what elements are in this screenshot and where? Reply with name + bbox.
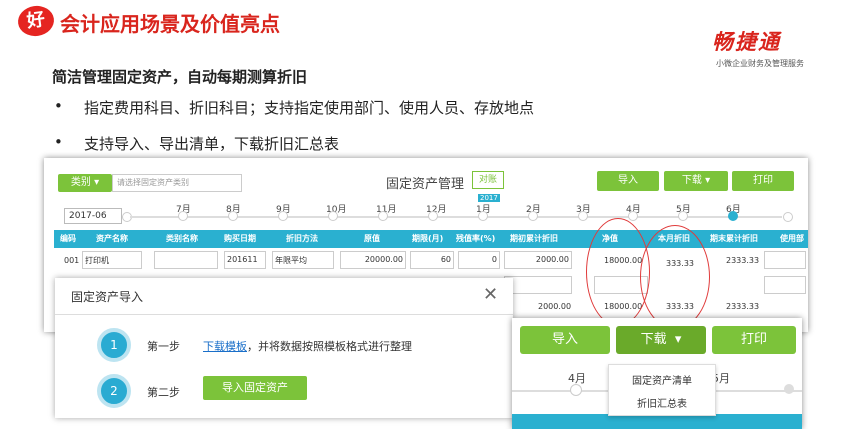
timeline-dot[interactable] xyxy=(178,211,188,221)
term-field[interactable]: 60 xyxy=(410,251,454,269)
import-assets-button[interactable]: 导入固定资产 xyxy=(203,376,307,400)
opening-field[interactable]: 2000.00 xyxy=(504,251,572,269)
download-label: 下载 xyxy=(681,175,702,186)
column-header: 期限(月) xyxy=(412,234,444,243)
category-label: 类别 xyxy=(70,177,91,188)
column-header: 类别名称 xyxy=(166,234,198,243)
menu-asset-list[interactable]: 固定资产清单 xyxy=(609,372,715,387)
download-menu: 固定资产清单 折旧汇总表 xyxy=(608,364,716,416)
purchase-date: 201611 xyxy=(227,255,258,264)
bullet-item: • 指定费用科目、折旧科目；支持指定使用部门、使用人员、存放地点 xyxy=(54,97,754,117)
category-select[interactable]: 请选择固定资产类别 xyxy=(112,174,242,192)
zoom-download-label: 下载 xyxy=(640,332,667,347)
category-dropdown[interactable]: 类别 ▾ xyxy=(58,174,112,192)
timeline-dot[interactable] xyxy=(578,211,588,221)
closing-depreciation: 2333.33 xyxy=(726,256,760,265)
original-value: 20000.00 xyxy=(364,255,403,264)
timeline-next[interactable] xyxy=(784,384,794,394)
column-header: 编码 xyxy=(60,234,76,243)
step-two-badge: 2 xyxy=(97,374,131,408)
zoom-table-header xyxy=(512,414,802,429)
reconcile-button[interactable]: 对账 xyxy=(472,171,504,189)
step-one-text: 下载模板，并将数据按照模板格式进行整理 xyxy=(203,338,412,354)
print-button[interactable]: 打印 xyxy=(732,171,794,191)
column-header: 折旧方法 xyxy=(286,234,318,243)
column-header: 期末累计折旧 xyxy=(710,234,758,243)
timeline-dot[interactable] xyxy=(328,211,338,221)
zoom-print-button[interactable]: 打印 xyxy=(712,326,796,354)
step-one-badge: 1 xyxy=(97,328,131,362)
column-header: 期初累计折旧 xyxy=(510,234,558,243)
depreciation-method: 年限平均 xyxy=(275,256,307,265)
close-icon[interactable]: ✕ xyxy=(483,284,498,305)
bullet-item: • 支持导入、导出清单，下载折旧汇总表 xyxy=(54,133,754,153)
column-header: 原值 xyxy=(364,234,380,243)
slide-title: 会计应用场景及价值亮点 xyxy=(60,12,280,36)
download-template-link[interactable]: 下载模板 xyxy=(203,340,247,353)
good-badge: 好 xyxy=(16,3,56,39)
timeline-dot[interactable] xyxy=(628,211,638,221)
zoom-download-button[interactable]: 下载 ▾ xyxy=(616,326,706,354)
import-button[interactable]: 导入 xyxy=(597,171,659,191)
department-field[interactable] xyxy=(764,251,806,269)
menu-depreciation-summary[interactable]: 折旧汇总表 xyxy=(609,395,715,410)
brand-logo: 畅捷通 xyxy=(712,30,781,54)
opening-depreciation: 2000.00 xyxy=(535,255,569,264)
zoom-import-button[interactable]: 导入 xyxy=(520,326,610,354)
category-field[interactable] xyxy=(154,251,218,269)
column-header: 购买日期 xyxy=(224,234,256,243)
total-opening: 2000.00 xyxy=(538,302,572,311)
step-two-label: 第二步 xyxy=(147,386,180,399)
residual-rate: 0 xyxy=(491,255,497,264)
timeline-dot[interactable] xyxy=(570,384,582,396)
highlight-ellipse xyxy=(640,225,710,329)
year-tag: 2017 xyxy=(478,194,500,202)
asset-name: 打印机 xyxy=(85,256,109,265)
column-header: 使用部 xyxy=(780,234,804,243)
timeline-dot[interactable] xyxy=(678,211,688,221)
dialog-title: 固定资产导入 xyxy=(71,290,144,304)
step-one-instruction: ，并将数据按照模板格式进行整理 xyxy=(247,340,412,353)
cell-code: 001 xyxy=(64,256,80,265)
timeline-dot[interactable] xyxy=(728,211,738,221)
window-title: 固定资产管理 xyxy=(386,177,465,192)
bullet-text: 支持导入、导出清单，下载折旧汇总表 xyxy=(84,135,340,153)
import-dialog: 固定资产导入 ✕ 1 第一步 下载模板，并将数据按照模板格式进行整理 2 第二步… xyxy=(55,278,513,418)
original-value-field[interactable]: 20000.00 xyxy=(340,251,406,269)
timeline-next[interactable] xyxy=(783,212,793,222)
term-months: 60 xyxy=(440,255,451,264)
method-field[interactable]: 年限平均 xyxy=(272,251,334,269)
bullet-dot: • xyxy=(54,97,63,115)
timeline-dot[interactable] xyxy=(428,211,438,221)
timeline-dot[interactable] xyxy=(228,211,238,221)
blank-field[interactable] xyxy=(764,276,806,294)
step-one-label: 第一步 xyxy=(147,340,180,353)
period-input[interactable]: 2017-06 xyxy=(64,208,122,224)
purchase-date-field[interactable]: 201611 xyxy=(224,251,266,269)
timeline-dot[interactable] xyxy=(278,211,288,221)
blank-field[interactable] xyxy=(504,276,572,294)
column-header: 残值率(%) xyxy=(456,234,496,243)
download-button[interactable]: 下载 ▾ xyxy=(664,171,728,191)
column-header: 资产名称 xyxy=(96,234,128,243)
asset-name-field[interactable]: 打印机 xyxy=(82,251,142,269)
residual-field[interactable]: 0 xyxy=(458,251,500,269)
total-closing: 2333.33 xyxy=(726,302,760,311)
dialog-divider xyxy=(55,314,513,315)
timeline-dot[interactable] xyxy=(478,211,488,221)
timeline-dot[interactable] xyxy=(378,211,388,221)
bullet-dot: • xyxy=(54,133,63,151)
bullet-text: 指定费用科目、折旧科目；支持指定使用部门、使用人员、存放地点 xyxy=(84,99,535,117)
section-subhead: 简洁管理固定资产，自动每期测算折旧 xyxy=(52,68,308,86)
timeline-dot[interactable] xyxy=(528,211,538,221)
brand-tagline: 小微企业财务及管理服务 xyxy=(716,59,804,68)
